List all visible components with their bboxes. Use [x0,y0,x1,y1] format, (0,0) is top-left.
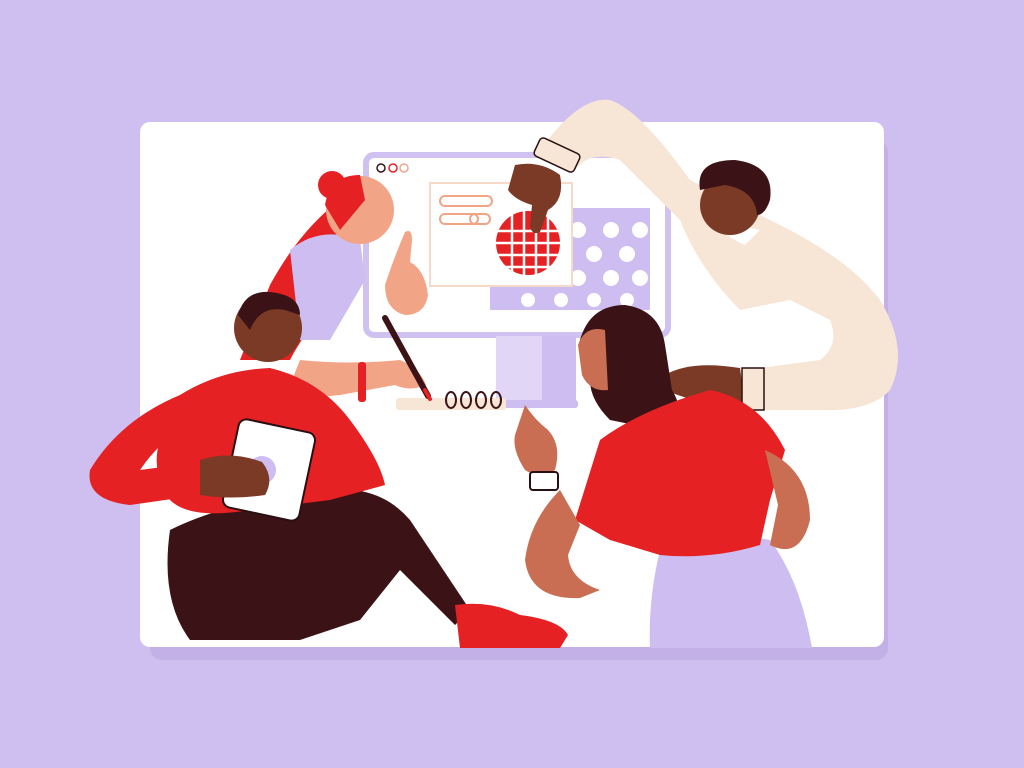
window-dots-icon [376,163,409,173]
globe-grid-icon [496,211,560,275]
illustration [0,0,1024,768]
watch-icon [529,471,559,491]
